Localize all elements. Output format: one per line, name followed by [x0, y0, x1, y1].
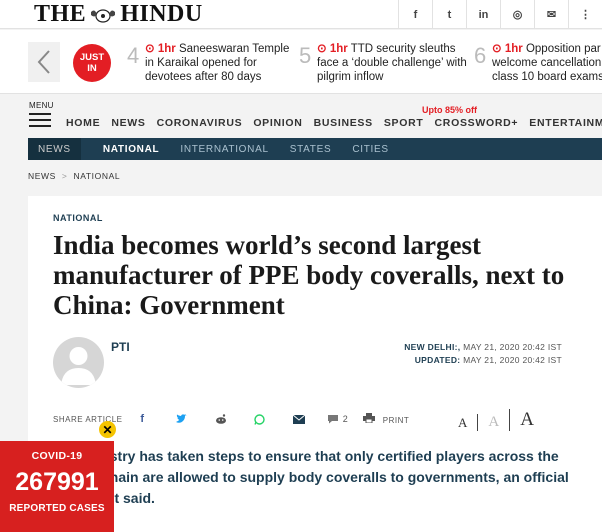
print-icon: [363, 413, 375, 424]
covid-count: 267991: [15, 468, 99, 496]
updated-date: MAY 21, 2020 20:42 IST: [463, 355, 562, 365]
breadcrumb-news[interactable]: NEWS: [28, 171, 56, 181]
article-headline: India becomes world’s second largest man…: [53, 230, 565, 320]
article-lead: The Ministry has taken steps to ensure t…: [53, 448, 569, 506]
logo-text-the: THE: [34, 1, 87, 27]
clock-icon: ⊙: [317, 43, 330, 55]
just-in-label-2: IN: [87, 63, 97, 74]
dateline: NEW DELHI:, MAY 21, 2020 20:42 IST UPDAT…: [404, 341, 562, 367]
chevron-left-icon: [37, 50, 50, 74]
linkedin-icon[interactable]: in: [466, 0, 500, 29]
author-name[interactable]: PTI: [111, 340, 130, 354]
print-label: PRINT: [382, 416, 410, 425]
just-in-badge: JUST IN: [73, 44, 111, 82]
nav-opinion[interactable]: OPINION: [253, 117, 302, 129]
hamburger-icon: [29, 113, 51, 127]
nav-crossword[interactable]: CROSSWORD+: [435, 117, 519, 129]
subnav-international[interactable]: INTERNATIONAL: [180, 144, 268, 155]
nav-home[interactable]: HOME: [66, 117, 100, 129]
ticker-item[interactable]: 6 ⊙ 1hr Opposition par welcome cancellat…: [474, 42, 602, 84]
covid-footer: REPORTED CASES: [9, 503, 105, 514]
share-email-icon[interactable]: [279, 414, 318, 424]
nav-coronavirus[interactable]: CORONAVIRUS: [157, 117, 243, 129]
ticker-item-text: ⊙ 1hr Saneeswaran Temple in Karaikal ope…: [145, 42, 295, 84]
emblem-icon: [91, 8, 116, 23]
promo-label[interactable]: Upto 85% off: [422, 105, 477, 115]
ticker-item[interactable]: 5 ⊙ 1hr TTD security sleuths face a ‘dou…: [299, 42, 467, 84]
site-logo[interactable]: THE HINDU: [34, 1, 203, 28]
print-button[interactable]: PRINT: [363, 413, 409, 425]
ticker-item-text: ⊙ 1hr TTD security sleuths face a ‘doubl…: [317, 42, 467, 84]
article-section[interactable]: NATIONAL: [53, 213, 103, 223]
subnav-national[interactable]: NATIONAL: [103, 144, 160, 155]
comments-button[interactable]: 2: [318, 414, 357, 424]
subnav-cities[interactable]: CITIES: [352, 144, 388, 155]
font-large-button[interactable]: A: [509, 409, 544, 431]
dateline-date: MAY 21, 2020 20:42 IST: [463, 342, 562, 352]
avatar: [53, 337, 104, 388]
share-twitter-icon[interactable]: [162, 414, 201, 424]
article-card: NATIONAL India becomes world’s second la…: [28, 196, 602, 532]
ticker-item-time: 1hr: [157, 43, 176, 55]
breadcrumb-separator-icon: >: [61, 171, 68, 181]
menu-label: MENU: [29, 101, 54, 110]
nav-news[interactable]: NEWS: [111, 117, 145, 129]
updated-label: UPDATED:: [414, 355, 461, 365]
ticker-item-number: 6: [474, 43, 487, 68]
ticker-item-number: 4: [127, 43, 140, 68]
comment-icon: [327, 415, 338, 424]
twitter-icon[interactable]: t: [432, 0, 466, 29]
comment-count: 2: [342, 414, 349, 424]
nav-sport[interactable]: SPORT: [384, 117, 424, 129]
sub-nav: NEWS NATIONAL INTERNATIONAL STATES CITIE…: [28, 138, 602, 160]
ticker-item-time: 1hr: [329, 43, 348, 55]
close-icon[interactable]: ✕: [99, 421, 116, 438]
just-in-label-1: JUST: [79, 52, 105, 63]
dateline-place: NEW DELHI:,: [404, 342, 461, 352]
logo-text-hindu: HINDU: [120, 1, 203, 27]
instagram-icon[interactable]: ◎: [500, 0, 534, 29]
top-bar: THE HINDU f t in ◎ ✉ ⋮: [0, 0, 602, 29]
share-facebook-icon[interactable]: f: [123, 413, 162, 425]
ticker-item[interactable]: 4 ⊙ 1hr Saneeswaran Temple in Karaikal o…: [127, 42, 295, 84]
ticker-item-time: 1hr: [504, 43, 523, 55]
clock-icon: ⊙: [492, 43, 505, 55]
covid-title: COVID-19: [31, 450, 83, 462]
nav-business[interactable]: BUSINESS: [314, 117, 373, 129]
breadcrumb: NEWS > NATIONAL: [28, 171, 120, 181]
subnav-states[interactable]: STATES: [290, 144, 332, 155]
ticker-item-text: ⊙ 1hr Opposition par welcome cancellatio…: [492, 42, 602, 84]
font-medium-button[interactable]: A: [477, 414, 509, 431]
main-nav: HOME NEWS CORONAVIRUS OPINION BUSINESS S…: [66, 117, 602, 129]
subnav-news[interactable]: NEWS: [28, 138, 81, 160]
user-silhouette-icon: [61, 347, 96, 385]
menu-button[interactable]: MENU: [29, 101, 54, 131]
nav-entertainment[interactable]: ENTERTAINMENT: [529, 117, 602, 129]
share-whatsapp-icon[interactable]: [240, 413, 279, 425]
share-reddit-icon[interactable]: [201, 414, 240, 424]
font-small-button[interactable]: A: [448, 415, 477, 431]
clock-icon: ⊙: [145, 43, 158, 55]
font-size-controls: A A A: [448, 409, 544, 431]
ticker-item-number: 5: [299, 43, 312, 68]
mail-icon[interactable]: ✉: [534, 0, 568, 29]
facebook-icon[interactable]: f: [398, 0, 432, 29]
ticker-prev-button[interactable]: [28, 42, 60, 82]
more-icon[interactable]: ⋮: [568, 0, 602, 29]
social-links: f t in ◎ ✉ ⋮: [398, 0, 602, 29]
just-in-ticker: JUST IN 4 ⊙ 1hr Saneeswaran Temple in Ka…: [0, 30, 602, 94]
covid-widget[interactable]: COVID-19 267991 REPORTED CASES: [0, 441, 114, 532]
breadcrumb-national[interactable]: NATIONAL: [73, 171, 120, 181]
